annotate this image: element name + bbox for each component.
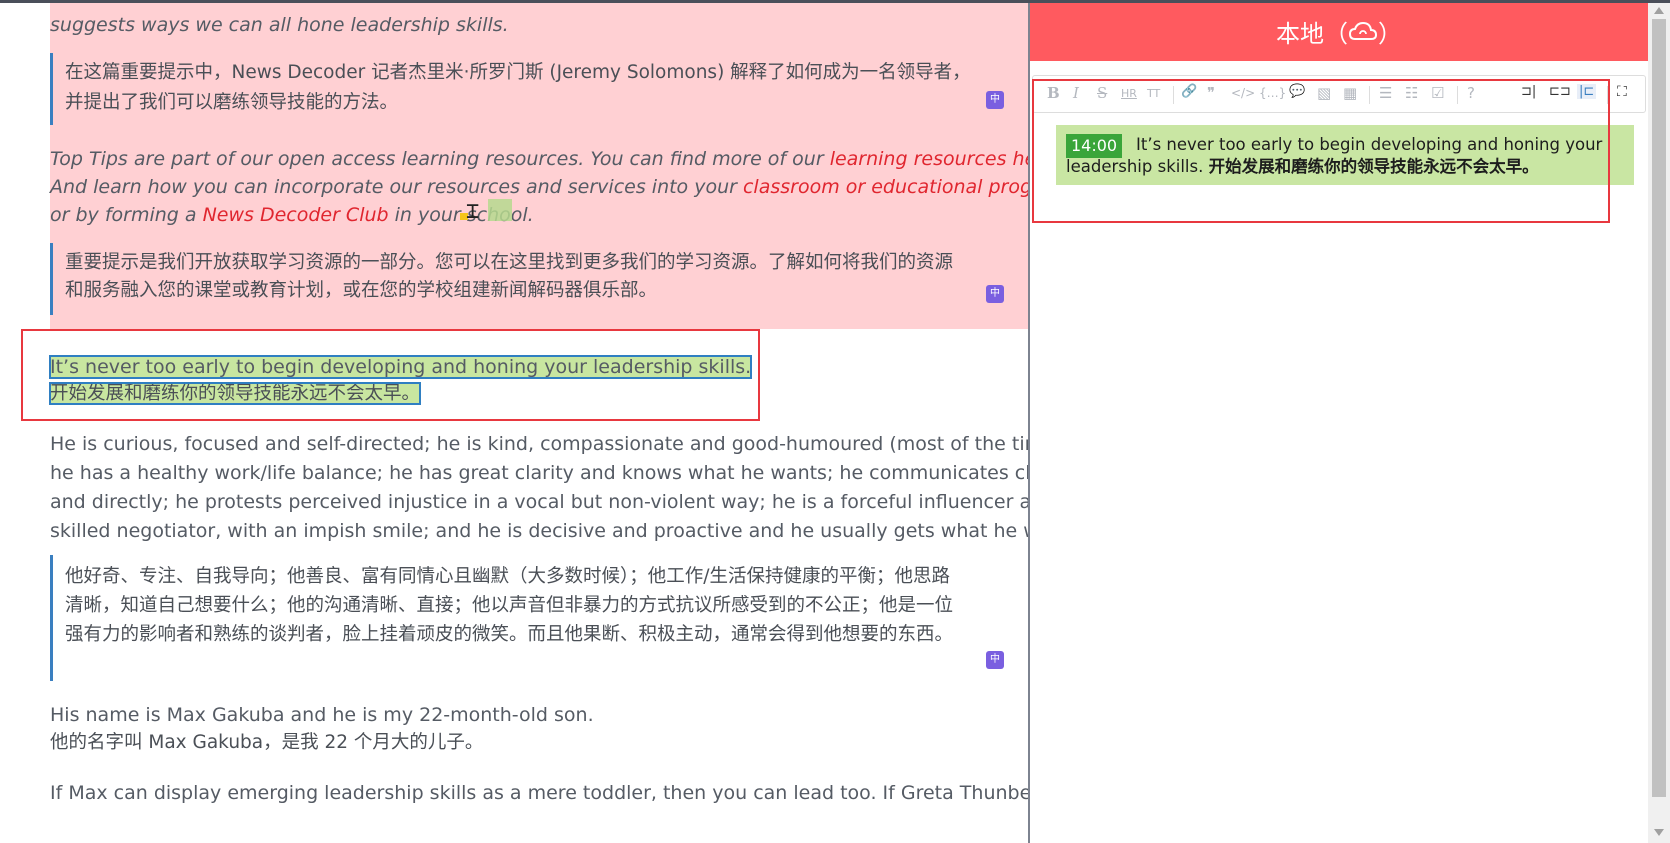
translation-line: 他好奇、专注、自我导向；他善良、富有同情心且幽默（大多数时候）；他工作/生活保持… bbox=[65, 566, 950, 587]
article-pane[interactable]: suggests ways we can all hone leadership… bbox=[0, 3, 1028, 843]
translation-line: 并提出了我们可以磨练领导技能的方法。 bbox=[65, 92, 399, 113]
paragraph-line: he has a healthy work/life balance; he h… bbox=[50, 462, 1028, 484]
news-decoder-club-link[interactable]: News Decoder Club bbox=[203, 204, 389, 226]
translation-line: 重要提示是我们开放获取学习资源的一部分。您可以在这里找到更多我们的学习资源。了解… bbox=[65, 252, 954, 273]
text-cursor-icon: ⌶ bbox=[466, 199, 480, 224]
translation-line: 和服务融入您的课堂或教育计划，或在您的学校组建新闻解码器俱乐部。 bbox=[65, 280, 658, 301]
notes-panel[interactable]: 本地（） B I S HR TT 🔗 ❞ </> {…} 💬 ▧ ▦ ☰ ☷ ☑… bbox=[1028, 3, 1648, 843]
translate-badge-icon[interactable]: 中 bbox=[986, 651, 1004, 669]
paragraph-line: and directly; he protests perceived inju… bbox=[50, 491, 1028, 513]
translation-line: 在这篇重要提示中，News Decoder 记者杰里米·所罗门斯 (Jeremy… bbox=[65, 62, 971, 83]
translation-line: 清晰，知道自己想要什么；他的沟通清晰、直接；他以声音但非暴力的方式抗议所感受到的… bbox=[65, 595, 954, 616]
paragraph-line: He is curious, focused and self-directed… bbox=[50, 433, 1028, 455]
translation-block-intro: 在这篇重要提示中，News Decoder 记者杰里米·所罗门斯 (Jeremy… bbox=[50, 53, 1028, 125]
selection-marker bbox=[488, 199, 512, 221]
paragraph-name-cn: 他的名字叫 Max Gakuba，是我 22 个月大的儿子。 bbox=[50, 732, 484, 753]
highlighted-sentence-cn[interactable]: 开始发展和磨练你的领导技能永远不会太早。 bbox=[48, 379, 422, 409]
highlighted-sentence-en[interactable]: It’s never too early to begin developing… bbox=[48, 352, 753, 382]
paragraph-line: skilled negotiator, with an impish smile… bbox=[50, 520, 1028, 542]
translation-block-p1: 他好奇、专注、自我导向；他善良、富有同情心且幽默（大多数时候）；他工作/生活保持… bbox=[50, 555, 1028, 681]
classroom-program-link[interactable]: classroom or educational program bbox=[743, 176, 1028, 198]
scroll-up-icon[interactable] bbox=[1654, 7, 1664, 14]
scroll-down-icon[interactable] bbox=[1654, 829, 1664, 836]
annotation-red-box bbox=[1032, 79, 1610, 223]
scrollbar-thumb[interactable] bbox=[1652, 19, 1666, 797]
translate-badge-icon[interactable]: 中 bbox=[986, 285, 1004, 303]
cloud-sync-icon[interactable] bbox=[1348, 4, 1378, 66]
vertical-scrollbar[interactable] bbox=[1648, 3, 1670, 843]
translate-badge-icon[interactable]: 中 bbox=[986, 91, 1004, 109]
panel-header: 本地（） bbox=[1030, 3, 1648, 61]
tips-line-1: Top Tips are part of our open access lea… bbox=[50, 144, 1028, 174]
intro-tail: suggests ways we can all hone leadership… bbox=[50, 14, 509, 36]
learning-resources-link[interactable]: learning resources here. bbox=[830, 148, 1028, 170]
paragraph-line: If Max can display emerging leadership s… bbox=[50, 782, 1028, 804]
translation-block-tips: 重要提示是我们开放获取学习资源的一部分。您可以在这里找到更多我们的学习资源。了解… bbox=[50, 243, 1028, 315]
translation-line: 强有力的影响者和熟练的谈判者，脸上挂着顽皮的微笑。而且他果断、积极主动，通常会得… bbox=[65, 624, 954, 645]
fullscreen-icon[interactable]: ⛶ bbox=[1617, 84, 1627, 100]
tips-line-2: And learn how you can incorporate our re… bbox=[50, 172, 1028, 202]
paragraph-name-en: His name is Max Gakuba and he is my 22-m… bbox=[50, 704, 594, 726]
